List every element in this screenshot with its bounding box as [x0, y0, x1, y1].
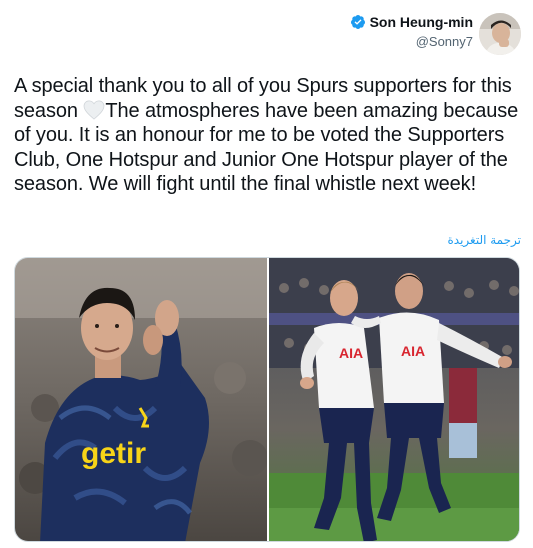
son-applauding-image: getir [15, 258, 267, 541]
name-row: Son Heung-min [350, 14, 473, 30]
tweet-header: Son Heung-min @Sonny7 [0, 0, 533, 64]
avatar[interactable] [479, 13, 521, 55]
sponsor-text-getir: getir [81, 437, 146, 470]
author-handle[interactable]: @Sonny7 [350, 34, 473, 49]
sponsor-text-aia-son: AIA [401, 343, 425, 359]
author-display-name[interactable]: Son Heung-min [370, 14, 473, 30]
son-kane-celebrating-photo[interactable]: AIA AIA [269, 258, 519, 541]
sponsor-text-aia-kane: AIA [339, 345, 363, 361]
media-grid[interactable]: getir AIA AIA [14, 257, 520, 542]
verified-badge-icon [350, 15, 365, 29]
translate-tweet-link[interactable]: ترجمة التغريدة [447, 233, 521, 247]
son-kane-celebrating-image: AIA AIA [269, 258, 519, 541]
white-heart-icon [83, 100, 105, 120]
avatar-image [479, 13, 521, 55]
author-block[interactable]: Son Heung-min @Sonny7 [350, 14, 473, 49]
son-applauding-photo[interactable]: getir [15, 258, 267, 541]
tweet-text: A special thank you to all of you Spurs … [14, 74, 524, 197]
